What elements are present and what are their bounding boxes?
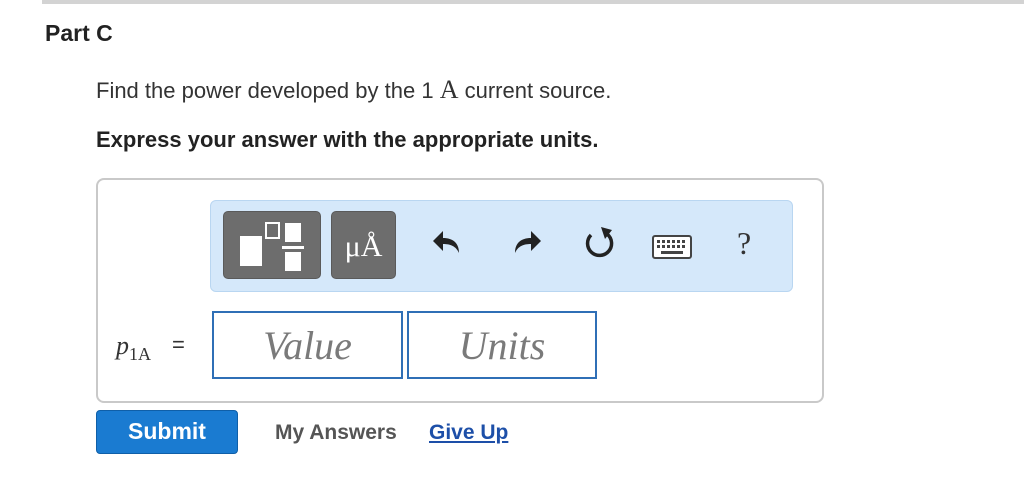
help-icon[interactable]: ? bbox=[737, 225, 751, 262]
redo-icon[interactable] bbox=[505, 221, 545, 269]
question-unit-symbol: A bbox=[439, 75, 459, 104]
math-toolbar: μÅ ? bbox=[210, 200, 793, 292]
my-answers-link[interactable]: My Answers bbox=[275, 421, 397, 445]
question-text-before: Find the power developed by the 1 bbox=[96, 78, 440, 103]
question-text-after: current source. bbox=[458, 78, 612, 103]
units-input[interactable] bbox=[407, 311, 597, 379]
reset-icon[interactable] bbox=[579, 221, 619, 269]
answer-instruction: Express your answer with the appropriate… bbox=[96, 127, 599, 152]
top-divider bbox=[42, 0, 1024, 4]
units-button[interactable]: μÅ bbox=[331, 211, 396, 279]
value-input[interactable] bbox=[212, 311, 403, 379]
templates-button[interactable] bbox=[223, 211, 321, 279]
units-button-label: μÅ bbox=[344, 230, 383, 263]
part-title: Part C bbox=[45, 20, 113, 46]
submit-button[interactable]: Submit bbox=[96, 410, 238, 454]
answer-variable-label: p1A bbox=[116, 331, 151, 364]
give-up-link[interactable]: Give Up bbox=[429, 421, 508, 445]
answer-variable-subscript: 1A bbox=[129, 344, 151, 364]
answer-variable: p bbox=[116, 331, 129, 360]
question-text: Find the power developed by the 1 A curr… bbox=[96, 75, 611, 105]
undo-icon[interactable] bbox=[429, 221, 469, 269]
keyboard-icon[interactable] bbox=[651, 221, 695, 269]
templates-icon bbox=[240, 222, 304, 271]
equals-sign: = bbox=[172, 332, 185, 357]
